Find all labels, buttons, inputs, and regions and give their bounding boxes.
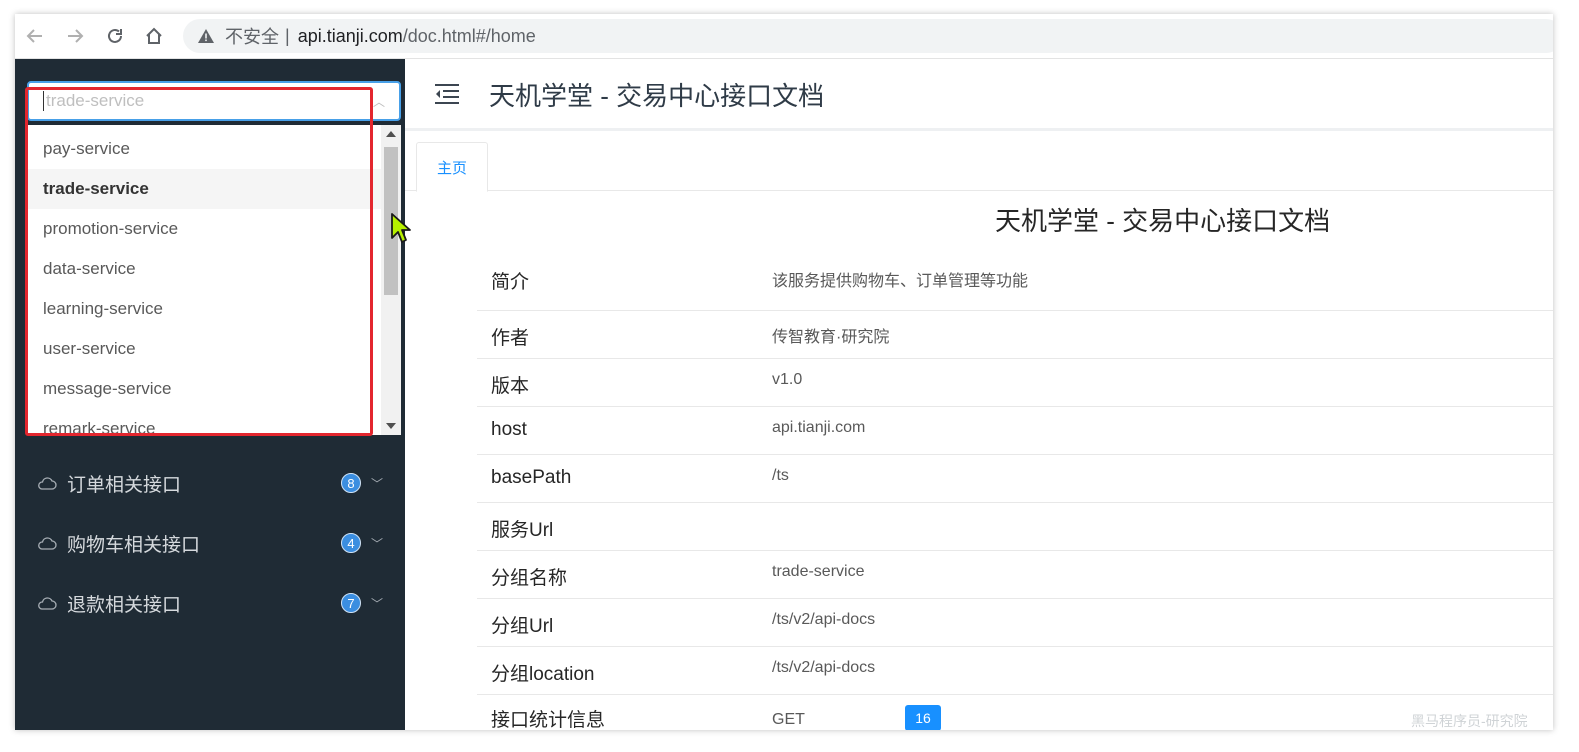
info-key: 分组location	[491, 664, 595, 685]
menu-item-label: 购物车相关接口	[67, 534, 201, 556]
cloud-api-icon	[37, 536, 57, 550]
menu-fold-icon[interactable]	[435, 83, 459, 105]
chevron-down-icon[interactable]: ﹀	[371, 475, 383, 492]
dropdown-option[interactable]: promotion-service	[27, 209, 381, 249]
info-key: host	[491, 419, 527, 440]
info-key: 接口统计信息	[491, 710, 606, 730]
forward-icon[interactable]	[63, 24, 87, 48]
info-value: 传智教育·研究院	[772, 329, 890, 346]
menu-item-label: 订单相关接口	[67, 474, 182, 496]
tab-bar: 主页	[405, 134, 1553, 192]
cloud-api-icon	[37, 476, 57, 490]
home-icon[interactable]	[142, 24, 166, 48]
service-dropdown: pay-service trade-service promotion-serv…	[27, 125, 401, 435]
url-separator: |	[285, 25, 290, 46]
info-value-method: GET	[772, 711, 805, 728]
info-row: basePath /ts	[477, 455, 1553, 503]
info-value: api.tianji.com	[772, 419, 866, 436]
doc-title: 天机学堂 - 交易中心接口文档	[995, 206, 1331, 236]
chevron-up-icon[interactable]: ︿	[373, 93, 385, 110]
info-row: 接口统计信息 GET 16	[477, 695, 1553, 730]
dropdown-option[interactable]: data-service	[27, 249, 381, 289]
tab-home[interactable]: 主页	[416, 142, 488, 192]
dropdown-option[interactable]: learning-service	[27, 289, 381, 329]
info-row: 分组Url /ts/v2/api-docs	[477, 599, 1553, 647]
mouse-cursor-icon	[391, 213, 411, 243]
back-icon[interactable]	[23, 24, 47, 48]
info-key: 简介	[491, 272, 530, 293]
info-row: 简介 该服务提供购物车、订单管理等功能	[477, 249, 1553, 311]
menu-item-refunds[interactable]: 退款相关接口 7 ﹀	[15, 573, 405, 633]
info-key: 分组Url	[491, 616, 554, 637]
service-select-placeholder: trade-service	[46, 91, 145, 110]
info-key: 作者	[491, 328, 530, 349]
dropdown-option-selected[interactable]: trade-service	[27, 169, 381, 209]
menu-item-cart[interactable]: 购物车相关接口 4 ﹀	[15, 513, 405, 573]
info-value: /ts/v2/api-docs	[772, 659, 876, 676]
count-badge: 4	[341, 533, 361, 553]
address-bar[interactable]: 不安全 | api.tianji.com /doc.html#/home	[183, 19, 1553, 53]
main-content: 天机学堂 - 交易中心接口文档 主页 天机学堂 - 交易中心接口文档 简介 该服…	[405, 59, 1553, 730]
text-caret	[43, 91, 44, 111]
url-host: api.tianji.com	[297, 25, 403, 46]
scroll-up-arrow-icon[interactable]	[386, 131, 396, 137]
info-row: 分组名称 trade-service	[477, 551, 1553, 599]
dropdown-list: pay-service trade-service promotion-serv…	[27, 129, 381, 435]
scroll-down-arrow-icon[interactable]	[386, 423, 396, 429]
menu-item-orders[interactable]: 订单相关接口 8 ﹀	[15, 453, 405, 513]
info-row: 版本 v1.0	[477, 359, 1553, 407]
watermark: 黑马程序员-研究院	[1411, 713, 1528, 729]
info-value: /ts	[772, 467, 789, 484]
chevron-down-icon[interactable]: ﹀	[371, 595, 383, 612]
info-value: 该服务提供购物车、订单管理等功能	[772, 273, 1029, 290]
sidebar: trade-service ︿ pay-service trade-servic…	[15, 59, 405, 730]
dropdown-option[interactable]: user-service	[27, 329, 381, 369]
count-badge: 8	[341, 473, 361, 493]
chevron-down-icon[interactable]: ﹀	[371, 535, 383, 552]
count-badge: 7	[341, 593, 361, 613]
info-row: host api.tianji.com	[477, 407, 1553, 455]
cloud-api-icon	[37, 596, 57, 610]
info-row: 服务Url	[477, 503, 1553, 551]
info-value: v1.0	[772, 371, 803, 388]
browser-window: 不安全 | api.tianji.com /doc.html#/home tra…	[15, 14, 1553, 730]
insecure-label: 不安全	[225, 27, 279, 47]
menu-item-label: 退款相关接口	[67, 594, 182, 616]
info-row: 作者 传智教育·研究院	[477, 311, 1553, 359]
url-path: /doc.html#/home	[402, 25, 536, 46]
service-select[interactable]: trade-service ︿	[27, 81, 401, 121]
warning-icon	[197, 28, 215, 44]
info-key: 分组名称	[491, 568, 568, 589]
reload-icon[interactable]	[103, 24, 127, 48]
page-title: 天机学堂 - 交易中心接口文档	[489, 81, 825, 111]
info-value: trade-service	[772, 563, 865, 580]
dropdown-option[interactable]: remark-service	[27, 409, 381, 435]
top-header: 天机学堂 - 交易中心接口文档	[405, 59, 1553, 131]
info-row: 分组location /ts/v2/api-docs	[477, 647, 1553, 695]
method-count-badge: 16	[905, 705, 941, 730]
browser-toolbar: 不安全 | api.tianji.com /doc.html#/home	[15, 14, 1553, 59]
info-value: /ts/v2/api-docs	[772, 611, 876, 628]
dropdown-scrollbar[interactable]	[381, 125, 401, 435]
info-key: basePath	[491, 467, 572, 488]
info-key: 版本	[491, 376, 530, 397]
dropdown-option[interactable]: message-service	[27, 369, 381, 409]
dropdown-option[interactable]: pay-service	[27, 129, 381, 169]
info-key: 服务Url	[491, 520, 554, 541]
